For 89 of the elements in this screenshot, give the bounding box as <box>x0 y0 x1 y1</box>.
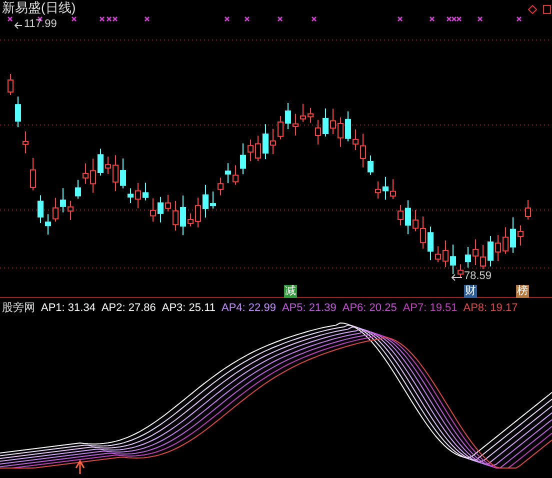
candlestick <box>180 194 186 236</box>
high-price-label: 117.99 <box>24 19 57 30</box>
event-badge: 减 <box>284 285 297 298</box>
event-badge: 财 <box>464 285 477 298</box>
candlestick <box>382 176 388 200</box>
candlestick <box>488 236 494 267</box>
candlestick <box>428 226 434 261</box>
arrow-icon <box>451 273 463 282</box>
candlestick <box>195 197 201 228</box>
candlestick <box>75 179 81 200</box>
candlestick <box>218 177 224 196</box>
candlestick <box>210 191 216 210</box>
candlestick <box>172 200 178 232</box>
candlestick <box>398 204 404 226</box>
candlestick <box>510 216 516 254</box>
candlestick <box>15 96 21 128</box>
candlestick <box>225 162 231 184</box>
candlestick <box>128 188 134 204</box>
indicator-name: 股旁网 <box>2 300 35 316</box>
indicator-value: AP1: 31.34 <box>41 300 96 316</box>
candlestick <box>375 180 381 200</box>
indicator-value: AP2: 27.86 <box>101 300 156 316</box>
candlestick <box>322 108 328 138</box>
candlestick <box>30 157 36 191</box>
candlestick <box>345 110 351 142</box>
candlestick <box>255 135 261 162</box>
candlestick <box>458 264 464 278</box>
candlestick <box>52 197 58 222</box>
candlestick <box>105 156 111 175</box>
candlestick <box>278 116 284 140</box>
candlestick <box>98 148 104 176</box>
candlestick <box>8 74 14 96</box>
candlestick <box>360 133 366 168</box>
candlestick <box>518 224 524 246</box>
candlestick <box>300 103 306 122</box>
candlestick <box>90 158 96 194</box>
candlestick <box>165 194 171 212</box>
candlestick <box>495 234 501 262</box>
square-icon <box>543 5 551 14</box>
candlestick <box>120 158 126 189</box>
candlestick <box>292 113 298 136</box>
candlestick <box>135 182 141 209</box>
candlestick <box>68 200 74 220</box>
low-price-label: 78.59 <box>464 271 492 282</box>
candlestick <box>60 188 66 213</box>
candlestick <box>142 182 148 201</box>
indicator-value: AP4: 22.99 <box>222 300 276 316</box>
diamond-icon <box>528 5 537 14</box>
candlestick <box>502 226 508 254</box>
candlestick <box>480 244 486 270</box>
candlestick <box>368 154 374 176</box>
candlestick <box>270 128 276 155</box>
indicator-value: AP3: 25.11 <box>162 300 216 316</box>
candlestick <box>338 117 344 148</box>
chart-title: 新易盛(日线) <box>2 1 76 14</box>
candlestick <box>22 130 28 154</box>
candlestick <box>112 154 118 192</box>
candlestick <box>188 213 194 227</box>
indicator-value: AP5: 21.39 <box>282 300 336 316</box>
candlestick <box>45 214 51 236</box>
candlestick <box>465 246 471 268</box>
candlestick <box>202 184 208 218</box>
candlestick <box>390 178 396 200</box>
indicator-value: AP8: 19.17 <box>463 300 518 316</box>
candlestick <box>435 246 441 263</box>
candlestick <box>308 107 314 124</box>
candlestick <box>240 142 246 175</box>
candlestick <box>442 240 448 268</box>
candlestick <box>525 200 531 220</box>
candlestick <box>352 128 358 151</box>
event-badge: 榜 <box>516 285 529 298</box>
candlestick <box>82 163 88 184</box>
candlestick <box>248 139 254 162</box>
candlestick <box>262 124 268 160</box>
candlestick <box>315 119 321 145</box>
candlestick <box>405 200 411 235</box>
candlestick <box>232 164 238 186</box>
arrow-icon <box>14 21 23 30</box>
candlestick <box>158 196 164 223</box>
candlestick <box>150 198 156 222</box>
candlestick <box>450 244 456 274</box>
indicator-value: AP6: 20.25 <box>342 300 397 316</box>
candlestick <box>330 108 336 135</box>
candlestick <box>285 102 291 130</box>
indicator-value: AP7: 19.51 <box>402 300 458 316</box>
candlestick <box>412 210 418 232</box>
candlestick <box>38 194 44 224</box>
candlestick <box>472 238 478 266</box>
candlestick <box>420 216 426 250</box>
